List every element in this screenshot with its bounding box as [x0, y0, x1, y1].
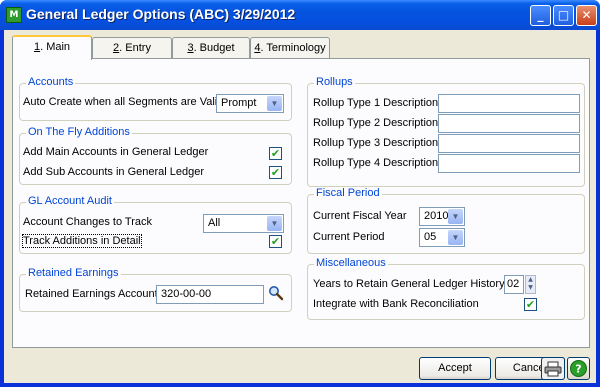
- accept-button[interactable]: Accept: [419, 357, 491, 380]
- help-button[interactable]: ?: [567, 357, 590, 380]
- rollup-4-label: Rollup Type 4 Description: [313, 157, 439, 169]
- on-the-fly-title: On The Fly Additions: [26, 126, 132, 138]
- maximize-button[interactable]: □: [553, 5, 574, 26]
- rollup-2-input[interactable]: [438, 114, 580, 133]
- fiscal-year-value: 2010: [424, 210, 449, 222]
- tab-main[interactable]: 1. Main: [12, 35, 92, 60]
- magnifier-icon[interactable]: [268, 285, 284, 301]
- fiscal-year-label: Current Fiscal Year: [313, 210, 407, 222]
- audit-title: GL Account Audit: [26, 195, 114, 207]
- add-main-label: Add Main Accounts in General Ledger: [23, 146, 209, 158]
- gl-account-audit-group: GL Account Audit Account Changes to Trac…: [19, 195, 292, 254]
- window: M General Ledger Options (ABC) 3/29/2012…: [0, 0, 600, 387]
- add-sub-checkbox[interactable]: ✔: [269, 166, 282, 179]
- fiscal-period-group: Fiscal Period Current Fiscal Year 2010 ▼…: [307, 187, 585, 254]
- on-the-fly-group: On The Fly Additions Add Main Accounts i…: [19, 126, 292, 185]
- fiscal-year-select[interactable]: 2010 ▼: [419, 207, 465, 226]
- app-icon: M: [6, 7, 22, 23]
- current-period-select[interactable]: 05 ▼: [419, 228, 465, 247]
- main-tab-panel: Accounts Auto Create when all Segments a…: [12, 58, 590, 348]
- auto-create-select[interactable]: Prompt ▼: [216, 94, 284, 113]
- rollup-4-input[interactable]: [438, 154, 580, 173]
- rollup-1-input[interactable]: [438, 94, 580, 113]
- bank-recon-checkbox[interactable]: ✔: [524, 298, 537, 311]
- retained-account-input[interactable]: 320-00-00: [156, 285, 264, 304]
- help-icon: ?: [570, 360, 587, 377]
- tab-entry[interactable]: 2. Entry: [92, 37, 172, 59]
- years-retain-input[interactable]: 02: [504, 275, 524, 294]
- years-retain-label: Years to Retain General Ledger History: [313, 278, 505, 290]
- tab-budget-label: . Budget: [193, 42, 235, 54]
- track-additions-checkbox[interactable]: ✔: [269, 235, 282, 248]
- chevron-down-icon[interactable]: ▼: [448, 230, 463, 245]
- years-retain-spinner[interactable]: ▲ ▼: [525, 275, 536, 294]
- retained-account-label: Retained Earnings Account: [25, 288, 158, 300]
- rollup-3-input[interactable]: [438, 134, 580, 153]
- fiscal-title: Fiscal Period: [314, 187, 382, 199]
- misc-title: Miscellaneous: [314, 257, 388, 269]
- current-period-value: 05: [424, 231, 437, 243]
- tab-budget[interactable]: 3. Budget: [172, 37, 250, 59]
- bank-recon-label: Integrate with Bank Reconciliation: [313, 298, 479, 310]
- retained-title: Retained Earnings: [26, 267, 121, 279]
- changes-to-track-select[interactable]: All ▼: [203, 214, 284, 233]
- miscellaneous-group: Miscellaneous Years to Retain General Le…: [307, 257, 585, 320]
- retained-earnings-group: Retained Earnings Retained Earnings Acco…: [19, 267, 292, 312]
- chevron-down-icon[interactable]: ▼: [267, 96, 282, 111]
- svg-text:?: ?: [575, 363, 581, 376]
- rollups-title: Rollups: [314, 76, 355, 88]
- tab-terminology-label: . Terminology: [260, 42, 326, 54]
- auto-create-value: Prompt: [221, 97, 257, 109]
- tab-entry-label: . Entry: [119, 42, 151, 54]
- print-button[interactable]: [541, 357, 565, 380]
- add-sub-label: Add Sub Accounts in General Ledger: [23, 166, 205, 178]
- rollup-1-label: Rollup Type 1 Description: [313, 97, 439, 109]
- changes-to-track-label: Account Changes to Track: [23, 216, 153, 228]
- dialog-body: 1. Main 2. Entry 3. Budget 4. Terminolog…: [4, 30, 596, 383]
- accounts-title: Accounts: [26, 76, 76, 88]
- close-button[interactable]: ✕: [576, 5, 597, 26]
- auto-create-label: Auto Create when all Segments are Valid: [23, 96, 224, 108]
- printer-icon: [544, 361, 562, 377]
- chevron-down-icon[interactable]: ▼: [267, 216, 282, 231]
- rollup-3-label: Rollup Type 3 Description: [313, 137, 439, 149]
- add-main-checkbox[interactable]: ✔: [269, 147, 282, 160]
- minimize-button[interactable]: _: [530, 5, 551, 26]
- title-bar: M General Ledger Options (ABC) 3/29/2012…: [0, 0, 600, 30]
- chevron-down-icon[interactable]: ▼: [448, 209, 463, 224]
- tab-main-label: . Main: [40, 41, 71, 53]
- window-title: General Ledger Options (ABC) 3/29/2012: [26, 6, 296, 22]
- tab-terminology[interactable]: 4. Terminology: [250, 37, 330, 59]
- accounts-group: Accounts Auto Create when all Segments a…: [19, 76, 292, 121]
- rollup-2-label: Rollup Type 2 Description: [313, 117, 439, 129]
- rollups-group: Rollups Rollup Type 1 Description Rollup…: [307, 76, 585, 187]
- changes-to-track-value: All: [208, 217, 221, 229]
- track-additions-label: Track Additions in Detail: [22, 234, 142, 248]
- current-period-label: Current Period: [313, 231, 385, 243]
